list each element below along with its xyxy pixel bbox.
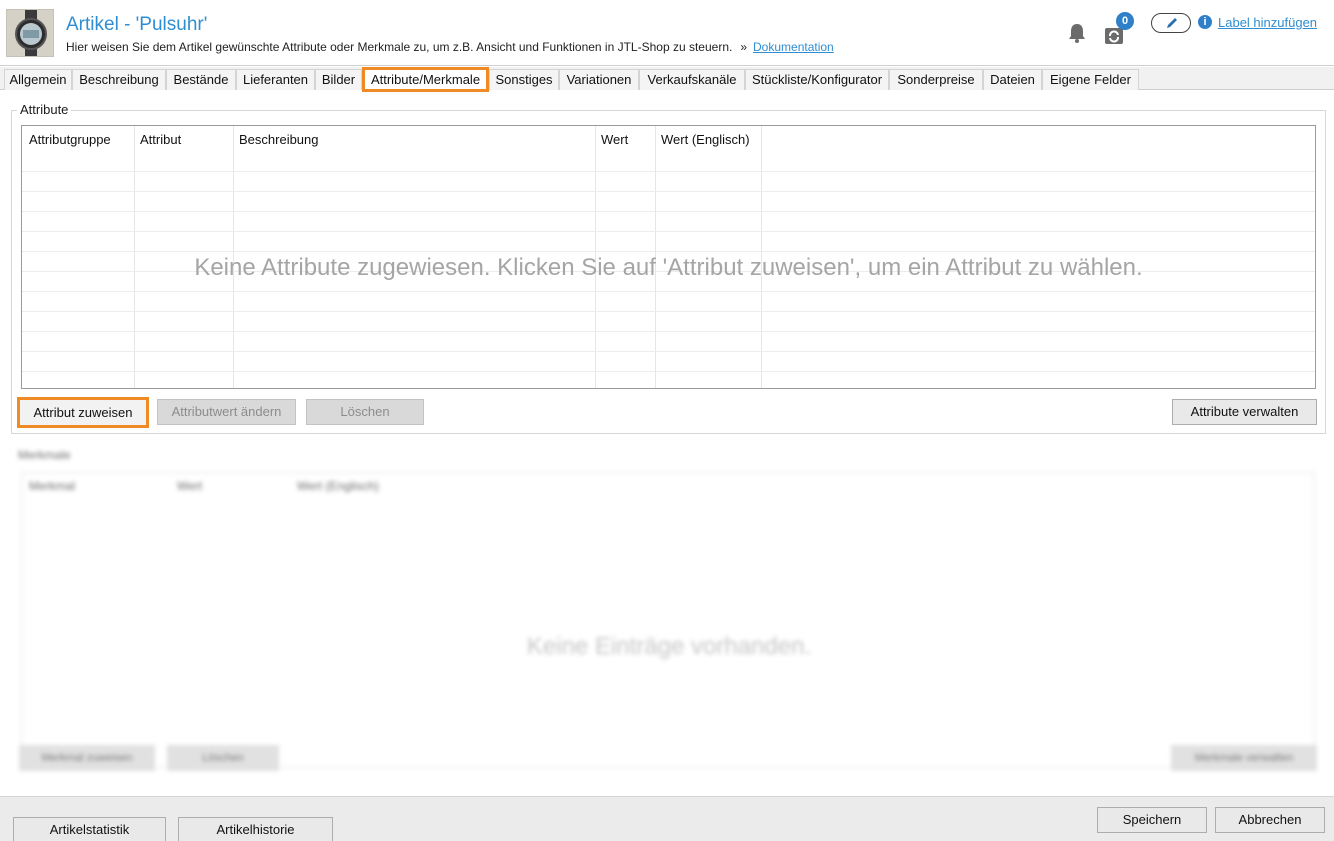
info-icon: i	[1198, 15, 1212, 29]
product-thumbnail	[6, 9, 54, 57]
grid-row-divider	[22, 291, 1315, 292]
tab-dateien[interactable]: Dateien	[983, 69, 1042, 90]
add-label-link[interactable]: Label hinzufügen	[1218, 15, 1317, 30]
cancel-button[interactable]: Abbrechen	[1215, 807, 1325, 833]
grid-row-divider	[22, 251, 1315, 252]
grid-row-divider	[22, 331, 1315, 332]
features-section: Merkmale Merkmal Wert Wert (Englisch) Ke…	[0, 438, 1334, 790]
grid-row-divider	[22, 371, 1315, 372]
assign-attribute-button[interactable]: Attribut zuweisen	[17, 397, 149, 428]
tab-sonstiges[interactable]: Sonstiges	[489, 69, 559, 90]
footer-bar: Artikelstatistik Artikelhistorie Speiche…	[0, 796, 1334, 841]
tab-sonderpreise[interactable]: Sonderpreise	[889, 69, 983, 90]
article-statistics-button[interactable]: Artikelstatistik	[13, 817, 166, 841]
grid-row-divider	[22, 191, 1315, 192]
watch-image	[7, 10, 53, 56]
header: Artikel - 'Pulsuhr' Hier weisen Sie dem …	[0, 0, 1334, 66]
features-grid[interactable]: Merkmal Wert Wert (Englisch) Keine Eintr…	[21, 472, 1315, 768]
tab-variationen[interactable]: Variationen	[559, 69, 639, 90]
tab-verkaufskanaele[interactable]: Verkaufskanäle	[639, 69, 745, 90]
column-header-wert-englisch[interactable]: Wert (Englisch)	[661, 132, 750, 147]
grid-row-divider	[22, 231, 1315, 232]
assign-feature-button[interactable]: Merkmal zuweisen	[19, 745, 155, 771]
tab-bilder[interactable]: Bilder	[315, 69, 362, 90]
delete-feature-button[interactable]: Löschen	[167, 745, 279, 771]
attributes-grid[interactable]: Attributgruppe Attribut Beschreibung Wer…	[21, 125, 1316, 389]
tab-allgemein[interactable]: Allgemein	[4, 69, 72, 90]
tab-bar: Allgemein Beschreibung Bestände Lieferan…	[0, 67, 1334, 92]
manage-attributes-button[interactable]: Attribute verwalten	[1172, 399, 1317, 425]
column-header-wert[interactable]: Wert	[601, 132, 628, 147]
tab-stueckliste-konfigurator[interactable]: Stückliste/Konfigurator	[745, 69, 889, 90]
attributes-group-title: Attribute	[17, 102, 72, 117]
tab-beschreibung[interactable]: Beschreibung	[72, 69, 166, 90]
manage-features-button[interactable]: Merkmale verwalten	[1171, 745, 1317, 771]
subtitle-separator: »	[740, 40, 748, 54]
column-header-wert-englisch[interactable]: Wert (Englisch)	[297, 479, 379, 493]
change-attribute-value-button[interactable]: Attributwert ändern	[157, 399, 296, 425]
page-subtitle: Hier weisen Sie dem Artikel gewünschte A…	[66, 40, 834, 54]
tab-attribute-merkmale[interactable]: Attribute/Merkmale	[362, 67, 489, 92]
save-button[interactable]: Speichern	[1097, 807, 1207, 833]
pencil-icon	[1167, 18, 1177, 28]
page-title: Artikel - 'Pulsuhr'	[66, 14, 208, 35]
column-header-beschreibung[interactable]: Beschreibung	[239, 132, 319, 147]
grid-row-divider	[22, 211, 1315, 212]
grid-row-divider	[22, 171, 1315, 172]
grid-row-divider	[22, 311, 1315, 312]
bell-icon[interactable]	[1066, 22, 1088, 44]
subtitle-text: Hier weisen Sie dem Artikel gewünschte A…	[66, 40, 733, 54]
documentation-link[interactable]: Dokumentation	[753, 40, 834, 54]
column-header-attributgruppe[interactable]: Attributgruppe	[29, 132, 111, 147]
tab-bestaende[interactable]: Bestände	[166, 69, 236, 90]
article-history-button[interactable]: Artikelhistorie	[178, 817, 333, 841]
column-header-attribut[interactable]: Attribut	[140, 132, 181, 147]
column-header-wert[interactable]: Wert	[177, 479, 202, 493]
attributes-empty-message: Keine Attribute zugewiesen. Klicken Sie …	[194, 254, 1143, 281]
grid-row-divider	[22, 351, 1315, 352]
delete-attribute-button[interactable]: Löschen	[306, 399, 424, 425]
features-group-title: Merkmale	[18, 448, 71, 462]
column-header-merkmal[interactable]: Merkmal	[29, 479, 75, 493]
sync-count-badge: 0	[1116, 12, 1134, 30]
tab-lieferanten[interactable]: Lieferanten	[236, 69, 315, 90]
tab-eigene-felder[interactable]: Eigene Felder	[1042, 69, 1139, 90]
edit-label-button[interactable]	[1151, 13, 1191, 33]
features-empty-message: Keine Einträge vorhanden.	[526, 633, 812, 660]
